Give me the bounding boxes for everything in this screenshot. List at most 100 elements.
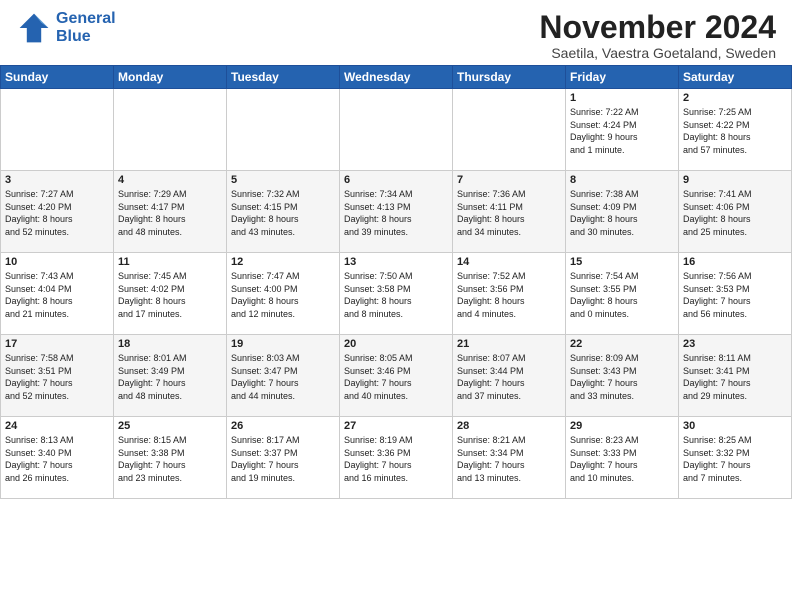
day-info: Sunrise: 8:07 AMSunset: 3:44 PMDaylight:…: [457, 352, 561, 402]
day-number: 7: [457, 174, 561, 186]
calendar-cell: 20Sunrise: 8:05 AMSunset: 3:46 PMDayligh…: [340, 335, 453, 417]
day-number: 6: [344, 174, 448, 186]
day-number: 16: [683, 256, 787, 268]
day-info: Sunrise: 8:15 AMSunset: 3:38 PMDaylight:…: [118, 434, 222, 484]
day-number: 28: [457, 420, 561, 432]
week-row-3: 10 Sunrise: 7:43 AMSunset: 4:04 PMDayligh…: [1, 253, 792, 335]
day-number: 14: [457, 256, 561, 268]
header-friday: Friday: [566, 66, 679, 89]
week-row-4: 17 Sunrise: 7:58 AMSunset: 3:51 PMDayligh…: [1, 335, 792, 417]
day-number: 9: [683, 174, 787, 186]
calendar-table: SundayMondayTuesdayWednesdayThursdayFrid…: [0, 65, 792, 499]
calendar-cell: 16 Sunrise: 7:56 AMSunset: 3:53 PMDayligh…: [679, 253, 792, 335]
day-number: 29: [570, 420, 674, 432]
day-number: 15: [570, 256, 674, 268]
page-header: General Blue November 2024 Saetila, Vaes…: [0, 0, 792, 65]
calendar-cell: 17 Sunrise: 7:58 AMSunset: 3:51 PMDayligh…: [1, 335, 114, 417]
day-number: 20: [344, 338, 448, 350]
day-number: 23: [683, 338, 787, 350]
day-info: Sunrise: 7:43 AMSunset: 4:04 PMDaylight:…: [5, 270, 109, 320]
calendar-cell: 15 Sunrise: 7:54 AMSunset: 3:55 PMDayligh…: [566, 253, 679, 335]
calendar-cell: 24Sunrise: 8:13 AMSunset: 3:40 PMDayligh…: [1, 417, 114, 499]
calendar-cell: 5 Sunrise: 7:32 AMSunset: 4:15 PMDaylight…: [227, 171, 340, 253]
day-info: Sunrise: 7:34 AMSunset: 4:13 PMDaylight:…: [344, 188, 448, 238]
day-number: 10: [5, 256, 109, 268]
day-number: 8: [570, 174, 674, 186]
day-number: 11: [118, 256, 222, 268]
header-sunday: Sunday: [1, 66, 114, 89]
week-row-1: 1Sunrise: 7:22 AMSunset: 4:24 PMDaylight…: [1, 89, 792, 171]
day-info: Sunrise: 8:25 AMSunset: 3:32 PMDaylight:…: [683, 434, 787, 484]
week-row-5: 24Sunrise: 8:13 AMSunset: 3:40 PMDayligh…: [1, 417, 792, 499]
logo-line1: General: [56, 10, 116, 27]
day-number: 19: [231, 338, 335, 350]
day-info: Sunrise: 8:17 AMSunset: 3:37 PMDaylight:…: [231, 434, 335, 484]
header-wednesday: Wednesday: [340, 66, 453, 89]
day-number: 13: [344, 256, 448, 268]
logo: General Blue: [16, 10, 116, 46]
location-title: Saetila, Vaestra Goetaland, Sweden: [539, 45, 776, 61]
calendar-cell: 8 Sunrise: 7:38 AMSunset: 4:09 PMDaylight…: [566, 171, 679, 253]
logo-text: General Blue: [56, 10, 116, 45]
calendar-header-row: SundayMondayTuesdayWednesdayThursdayFrid…: [1, 66, 792, 89]
day-number: 26: [231, 420, 335, 432]
day-info: Sunrise: 8:19 AMSunset: 3:36 PMDaylight:…: [344, 434, 448, 484]
calendar-cell: 6 Sunrise: 7:34 AMSunset: 4:13 PMDaylight…: [340, 171, 453, 253]
day-number: 27: [344, 420, 448, 432]
calendar-cell: 7Sunrise: 7:36 AMSunset: 4:11 PMDaylight…: [453, 171, 566, 253]
header-saturday: Saturday: [679, 66, 792, 89]
calendar-cell: [227, 89, 340, 171]
day-number: 25: [118, 420, 222, 432]
day-info: Sunrise: 7:32 AMSunset: 4:15 PMDaylight:…: [231, 188, 335, 238]
day-number: 12: [231, 256, 335, 268]
header-monday: Monday: [114, 66, 227, 89]
day-number: 1: [570, 92, 674, 104]
calendar-cell: 9Sunrise: 7:41 AMSunset: 4:06 PMDaylight…: [679, 171, 792, 253]
calendar-cell: 19 Sunrise: 8:03 AMSunset: 3:47 PMDayligh…: [227, 335, 340, 417]
calendar-cell: 28 Sunrise: 8:21 AMSunset: 3:34 PMDayligh…: [453, 417, 566, 499]
day-number: 5: [231, 174, 335, 186]
day-number: 24: [5, 420, 109, 432]
calendar-cell: [1, 89, 114, 171]
calendar-cell: 13 Sunrise: 7:50 AMSunset: 3:58 PMDayligh…: [340, 253, 453, 335]
day-info: Sunrise: 7:50 AMSunset: 3:58 PMDaylight:…: [344, 270, 448, 320]
day-info: Sunrise: 8:11 AMSunset: 3:41 PMDaylight:…: [683, 352, 787, 402]
logo-line2: Blue: [56, 28, 116, 46]
day-number: 21: [457, 338, 561, 350]
day-info: Sunrise: 7:56 AMSunset: 3:53 PMDaylight:…: [683, 270, 787, 320]
calendar-cell: 26 Sunrise: 8:17 AMSunset: 3:37 PMDayligh…: [227, 417, 340, 499]
day-info: Sunrise: 8:21 AMSunset: 3:34 PMDaylight:…: [457, 434, 561, 484]
day-number: 3: [5, 174, 109, 186]
calendar-cell: 27 Sunrise: 8:19 AMSunset: 3:36 PMDayligh…: [340, 417, 453, 499]
day-info: Sunrise: 7:52 AMSunset: 3:56 PMDaylight:…: [457, 270, 561, 320]
day-info: Sunrise: 8:23 AMSunset: 3:33 PMDaylight:…: [570, 434, 674, 484]
day-number: 17: [5, 338, 109, 350]
calendar-cell: 11 Sunrise: 7:45 AMSunset: 4:02 PMDayligh…: [114, 253, 227, 335]
day-info: Sunrise: 7:38 AMSunset: 4:09 PMDaylight:…: [570, 188, 674, 238]
calendar-cell: 25 Sunrise: 8:15 AMSunset: 3:38 PMDayligh…: [114, 417, 227, 499]
title-block: November 2024 Saetila, Vaestra Goetaland…: [539, 10, 776, 61]
day-number: 18: [118, 338, 222, 350]
calendar-cell: 23 Sunrise: 8:11 AMSunset: 3:41 PMDayligh…: [679, 335, 792, 417]
calendar-cell: 30Sunrise: 8:25 AMSunset: 3:32 PMDayligh…: [679, 417, 792, 499]
calendar-cell: 2Sunrise: 7:25 AMSunset: 4:22 PMDaylight…: [679, 89, 792, 171]
calendar-cell: 22Sunrise: 8:09 AMSunset: 3:43 PMDayligh…: [566, 335, 679, 417]
calendar-cell: 4 Sunrise: 7:29 AMSunset: 4:17 PMDaylight…: [114, 171, 227, 253]
logo-icon: [16, 10, 52, 46]
day-info: Sunrise: 7:45 AMSunset: 4:02 PMDaylight:…: [118, 270, 222, 320]
day-info: Sunrise: 7:54 AMSunset: 3:55 PMDaylight:…: [570, 270, 674, 320]
header-thursday: Thursday: [453, 66, 566, 89]
day-info: Sunrise: 7:25 AMSunset: 4:22 PMDaylight:…: [683, 106, 787, 156]
day-info: Sunrise: 8:09 AMSunset: 3:43 PMDaylight:…: [570, 352, 674, 402]
calendar-cell: 3 Sunrise: 7:27 AMSunset: 4:20 PMDaylight…: [1, 171, 114, 253]
calendar-cell: [453, 89, 566, 171]
week-row-2: 3 Sunrise: 7:27 AMSunset: 4:20 PMDaylight…: [1, 171, 792, 253]
day-info: Sunrise: 8:03 AMSunset: 3:47 PMDaylight:…: [231, 352, 335, 402]
calendar-cell: 10 Sunrise: 7:43 AMSunset: 4:04 PMDayligh…: [1, 253, 114, 335]
calendar-cell: 29 Sunrise: 8:23 AMSunset: 3:33 PMDayligh…: [566, 417, 679, 499]
day-number: 4: [118, 174, 222, 186]
day-info: Sunrise: 7:27 AMSunset: 4:20 PMDaylight:…: [5, 188, 109, 238]
calendar-cell: [340, 89, 453, 171]
day-info: Sunrise: 7:29 AMSunset: 4:17 PMDaylight:…: [118, 188, 222, 238]
day-info: Sunrise: 7:58 AMSunset: 3:51 PMDaylight:…: [5, 352, 109, 402]
